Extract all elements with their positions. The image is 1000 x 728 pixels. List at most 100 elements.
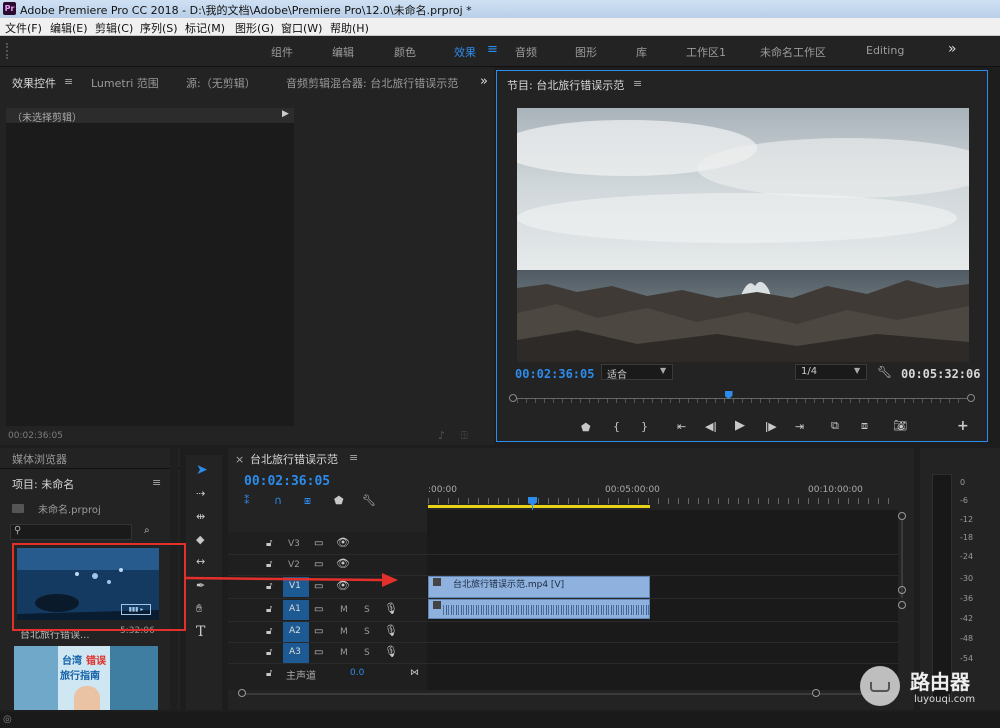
add-marker-icon[interactable]: ⬟ xyxy=(581,421,591,435)
workspace-audio[interactable]: 音频 xyxy=(515,44,537,60)
sync-lock-icon[interactable]: ▭ xyxy=(314,603,323,617)
mute-button[interactable]: M xyxy=(340,627,348,637)
add-marker-icon[interactable]: ⬟ xyxy=(334,494,344,508)
source-patch-a2[interactable]: A2 xyxy=(283,622,309,642)
time-ruler[interactable]: :00:00 00:05:00:00 00:10:00:00 xyxy=(428,485,898,508)
lock-icon[interactable]: 🔓︎ xyxy=(266,646,272,660)
solo-button[interactable]: S xyxy=(364,605,370,615)
vscroll-handle-mid[interactable] xyxy=(898,586,906,594)
snap-icon[interactable]: ∩ xyxy=(274,494,282,508)
hand-tool-icon[interactable]: ✋︎ xyxy=(196,602,202,616)
workspace-libraries[interactable]: 库 xyxy=(636,44,647,60)
workspace-untitled[interactable]: 未命名工作区 xyxy=(760,44,826,60)
lock-icon[interactable]: 🔓︎ xyxy=(266,667,272,681)
go-to-in-icon[interactable]: ⇤ xyxy=(677,420,686,434)
go-to-end-icon[interactable]: ⋈ xyxy=(410,666,419,680)
audio-clip[interactable] xyxy=(428,599,650,619)
slip-tool-icon[interactable]: ↔ xyxy=(196,555,205,569)
grip-handle[interactable] xyxy=(6,43,10,59)
add-button-icon[interactable]: + xyxy=(957,419,969,433)
mute-button[interactable]: M xyxy=(340,648,348,658)
lock-icon[interactable]: 🔓︎ xyxy=(266,625,272,639)
menu-marker[interactable]: 标记(M) xyxy=(185,20,225,36)
workspace-editing[interactable]: 编辑 xyxy=(332,44,354,60)
sync-lock-icon[interactable]: ▭ xyxy=(314,625,323,639)
go-to-out-icon[interactable]: ⇥ xyxy=(795,420,804,434)
hscroll-right-handle[interactable] xyxy=(812,689,820,697)
clip-thumbnail-guide[interactable]: 台湾 错误 旅行指南 xyxy=(14,646,158,710)
extract-icon[interactable]: ⧈ xyxy=(861,419,868,433)
razor-tool-icon[interactable]: ◆ xyxy=(196,533,204,547)
lock-icon[interactable]: 🔓︎ xyxy=(266,537,272,551)
source-patch-a1[interactable]: A1 xyxy=(283,600,309,620)
workspace-editing-en[interactable]: Editing xyxy=(866,44,904,57)
master-volume-value[interactable]: 0.0 xyxy=(350,668,364,678)
workspace-menu-icon[interactable]: ≡ xyxy=(487,42,498,57)
fit-dropdown[interactable]: 适合 ▼ xyxy=(601,364,673,381)
vscroll-handle-top[interactable] xyxy=(898,512,906,520)
menu-edit[interactable]: 编辑(E) xyxy=(50,20,88,36)
play-icon[interactable]: ▶ xyxy=(735,419,745,433)
program-menu-icon[interactable]: ≡ xyxy=(633,77,642,90)
microphone-icon[interactable]: 🎙︎ xyxy=(384,624,398,638)
step-back-icon[interactable]: ◀ǀ xyxy=(705,420,717,434)
scrub-in-handle[interactable] xyxy=(509,394,517,402)
tab-lumetri-scopes[interactable]: Lumetri 范围 xyxy=(91,75,159,91)
linked-selection-icon[interactable]: ⧆ xyxy=(304,494,311,508)
project-menu-icon[interactable]: ≡ xyxy=(152,476,161,489)
work-area-bar[interactable] xyxy=(428,505,650,508)
menu-sequence[interactable]: 序列(S) xyxy=(140,20,178,36)
hscroll-left-handle[interactable] xyxy=(238,689,246,697)
workspace-1[interactable]: 工作区1 xyxy=(686,44,726,60)
timeline-settings-icon[interactable]: 🔧︎ xyxy=(362,494,376,508)
tab-audio-clip-mixer[interactable]: 音频剪辑混合器: 台北旅行错误示范 xyxy=(286,75,458,91)
resolution-dropdown[interactable]: 1/4 ▼ xyxy=(795,364,867,380)
video-frame[interactable] xyxy=(517,108,969,362)
lock-icon[interactable]: 🔓︎ xyxy=(266,603,272,617)
selection-tool-icon[interactable]: ➤ xyxy=(196,463,208,477)
wrench-icon[interactable]: 🔧︎ xyxy=(877,365,892,379)
solo-button[interactable]: S xyxy=(364,627,370,637)
workspace-color[interactable]: 颜色 xyxy=(394,44,416,60)
mark-in-icon[interactable]: { xyxy=(613,420,620,434)
workspace-overflow-icon[interactable]: » xyxy=(948,41,957,57)
lift-icon[interactable]: ⧉ xyxy=(831,419,839,433)
program-current-timecode[interactable]: 00:02:36:05 xyxy=(515,367,594,381)
expand-arrow-icon[interactable]: ▶ xyxy=(282,109,289,119)
solo-button[interactable]: S xyxy=(364,648,370,658)
tab-source[interactable]: 源:（无剪辑） xyxy=(186,75,256,91)
source-patch-a3[interactable]: A3 xyxy=(283,643,309,663)
mute-button[interactable]: M xyxy=(340,605,348,615)
nest-icon[interactable]: ⁑ xyxy=(244,494,250,508)
timeline-timecode[interactable]: 00:02:36:05 xyxy=(244,474,330,489)
sequence-menu-icon[interactable]: ≡ xyxy=(349,451,358,464)
workspace-assembly[interactable]: 组件 xyxy=(271,44,293,60)
project-search-input[interactable]: ⚲ xyxy=(10,524,132,540)
tab-effect-controls[interactable]: 效果控件 xyxy=(12,75,56,91)
menu-graphics[interactable]: 图形(G) xyxy=(235,20,274,36)
export-frame-icon[interactable]: ♪ xyxy=(438,429,445,443)
scrub-out-handle[interactable] xyxy=(967,394,975,402)
tab-media-browser[interactable]: 媒体浏览器 xyxy=(12,451,67,467)
menu-clip[interactable]: 剪辑(C) xyxy=(95,20,133,36)
workspace-graphics[interactable]: 图形 xyxy=(575,44,597,60)
hscroll-track[interactable] xyxy=(238,693,898,695)
mark-out-icon[interactable]: } xyxy=(641,420,648,434)
sync-lock-icon[interactable]: ▭ xyxy=(314,537,323,551)
menu-window[interactable]: 窗口(W) xyxy=(281,20,322,36)
sequence-tab[interactable]: 台北旅行错误示范 xyxy=(250,451,338,467)
panel-overflow-icon[interactable]: » xyxy=(480,74,488,89)
program-scrubber[interactable] xyxy=(509,391,975,405)
sync-lock-icon[interactable]: ▭ xyxy=(314,646,323,660)
step-forward-icon[interactable]: ǀ▶ xyxy=(765,420,777,434)
microphone-icon[interactable]: 🎙︎ xyxy=(384,602,398,616)
eye-icon[interactable]: 👁︎ xyxy=(336,536,350,550)
close-icon[interactable]: × xyxy=(235,453,244,466)
menu-file[interactable]: 文件(F) xyxy=(5,20,42,36)
camera-icon[interactable]: 📷︎ xyxy=(893,419,907,433)
export-icon[interactable]: ⍐ xyxy=(461,429,468,443)
vscroll-handle-audio[interactable] xyxy=(898,601,906,609)
ripple-edit-tool-icon[interactable]: ⇹ xyxy=(196,510,205,524)
menu-help[interactable]: 帮助(H) xyxy=(330,20,369,36)
type-tool-icon[interactable]: T xyxy=(196,625,205,639)
